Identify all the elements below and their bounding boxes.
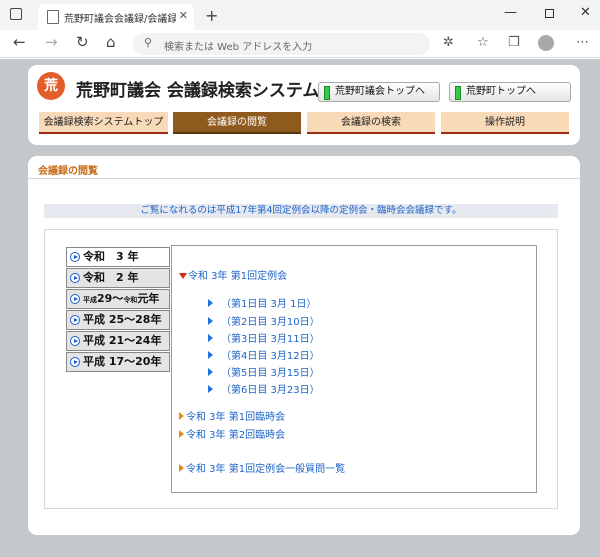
meeting-label: 令和 3年 第2回臨時会 [186, 430, 286, 441]
day-label: （第5日目 3月15日） [221, 368, 320, 379]
arrow-circle-icon [70, 357, 80, 367]
triangle-icon [208, 368, 213, 376]
home-icon[interactable]: ⌂ [106, 33, 116, 51]
year-reiwa-3[interactable]: 令和 3 年 [66, 247, 170, 267]
town-top-button[interactable]: 荒野町トップへ [449, 82, 571, 102]
triangle-icon [208, 299, 213, 307]
meeting-label: 令和 3年 第1回定例会 [188, 271, 288, 282]
triangle-icon [208, 334, 213, 342]
day-label: （第6日目 3月23日） [221, 385, 320, 396]
tab-search-minutes[interactable]: 会議録の検索 [307, 112, 435, 134]
year-label-era: 令和 [123, 296, 138, 304]
meeting-regular-1[interactable]: 令和 3年 第1回定例会 [179, 267, 287, 282]
year-label-range: 元年 [137, 292, 160, 305]
day-link-3[interactable]: （第3日目 3月11日） [208, 330, 320, 345]
year-heisei-25-28[interactable]: 平成 25～28年 [66, 310, 170, 330]
more-icon[interactable]: ⋯ [576, 35, 589, 50]
year-heisei-21-24[interactable]: 平成 21～24年 [66, 331, 170, 351]
day-label: （第3日目 3月11日） [221, 334, 320, 345]
year-heisei-17-20[interactable]: 平成 17～20年 [66, 352, 170, 372]
year-label-range: 29～ [97, 292, 124, 305]
site-logo: 荒 [37, 72, 65, 100]
triangle-icon [179, 412, 184, 420]
minimize-icon[interactable]: — [504, 5, 517, 20]
back-icon[interactable]: ← [13, 33, 26, 51]
arrow-circle-icon [70, 294, 80, 304]
year-label: 平成 25～28年 [83, 313, 162, 326]
meeting-extra-2[interactable]: 令和 3年 第2回臨時会 [179, 426, 285, 441]
town-top-label: 荒野町トップへ [466, 86, 536, 97]
day-link-1[interactable]: （第1日目 3月 1日） [208, 295, 316, 310]
new-tab-button[interactable]: + [205, 6, 218, 25]
green-mark-icon [324, 86, 330, 100]
year-label-era: 平成 [83, 296, 97, 304]
search-icon: ⚲ [144, 36, 153, 49]
council-top-button[interactable]: 荒野町議会トップへ [318, 82, 440, 102]
year-label: 令和 2 年 [83, 271, 139, 284]
arrow-circle-icon [70, 273, 80, 283]
profile-avatar[interactable] [538, 35, 554, 51]
expanded-triangle-icon [179, 273, 187, 279]
meeting-label: 令和 3年 第1回定例会一般質問一覧 [186, 464, 346, 475]
page-icon [47, 10, 59, 24]
maximize-icon[interactable] [545, 9, 554, 18]
arrow-circle-icon [70, 336, 80, 346]
section-header [28, 157, 580, 179]
year-label: 令和 3 年 [83, 250, 139, 263]
triangle-icon [208, 351, 213, 359]
triangle-icon [179, 430, 184, 438]
notice-text: ご覧になれるのは平成17年第4回定例会以降の定例会・臨時会会議録です。 [44, 204, 558, 218]
day-link-6[interactable]: （第6日目 3月23日） [208, 381, 320, 396]
triangle-icon [208, 385, 213, 393]
green-mark-icon [455, 86, 461, 100]
year-reiwa-2[interactable]: 令和 2 年 [66, 268, 170, 288]
triangle-icon [179, 464, 184, 472]
triangle-icon [208, 317, 213, 325]
tab-title: 荒野町議会会議録/会議録検索シス [64, 14, 176, 25]
day-label: （第2日目 3月10日） [221, 317, 320, 328]
year-label: 平成 21～24年 [83, 334, 162, 347]
council-top-label: 荒野町議会トップへ [335, 86, 425, 97]
day-link-2[interactable]: （第2日目 3月10日） [208, 313, 320, 328]
arrow-circle-icon [70, 252, 80, 262]
year-label: 平成 17～20年 [83, 355, 162, 368]
meeting-label: 令和 3年 第1回臨時会 [186, 412, 286, 423]
extensions-icon[interactable]: ✲ [443, 35, 454, 50]
forward-icon[interactable]: → [45, 33, 58, 51]
day-link-4[interactable]: （第4日目 3月12日） [208, 347, 320, 362]
meeting-extra-1[interactable]: 令和 3年 第1回臨時会 [179, 408, 285, 423]
close-icon[interactable]: ✕ [179, 9, 188, 22]
address-placeholder: 検索または Web アドレスを入力 [164, 42, 313, 53]
site-title: 荒野町議会 会議録検索システム [76, 81, 320, 101]
tab-browse-minutes[interactable]: 会議録の閲覧 [173, 112, 301, 134]
address-bar[interactable]: ⚲ 検索または Web アドレスを入力 [133, 33, 430, 55]
general-questions-link[interactable]: 令和 3年 第1回定例会一般質問一覧 [179, 460, 345, 475]
tab-actions-icon[interactable] [10, 8, 22, 20]
year-heisei-29-reiwa-1[interactable]: 平成29～令和元年 [66, 289, 170, 309]
arrow-circle-icon [70, 315, 80, 325]
tab-search-system-top[interactable]: 会議録検索システムトップ [39, 112, 168, 134]
browser-tab[interactable]: 荒野町議会会議録/会議録検索シス ✕ [38, 4, 194, 30]
day-label: （第1日目 3月 1日） [221, 299, 317, 310]
day-label: （第4日目 3月12日） [221, 351, 320, 362]
window-close-icon[interactable]: ✕ [580, 5, 591, 20]
favorites-icon[interactable]: ☆ [477, 35, 489, 50]
day-link-5[interactable]: （第5日目 3月15日） [208, 364, 320, 379]
tab-instructions[interactable]: 操作説明 [441, 112, 569, 134]
refresh-icon[interactable]: ↻ [76, 33, 89, 51]
section-title: 会議録の閲覧 [38, 166, 98, 177]
collections-icon[interactable]: ❐ [508, 35, 520, 50]
